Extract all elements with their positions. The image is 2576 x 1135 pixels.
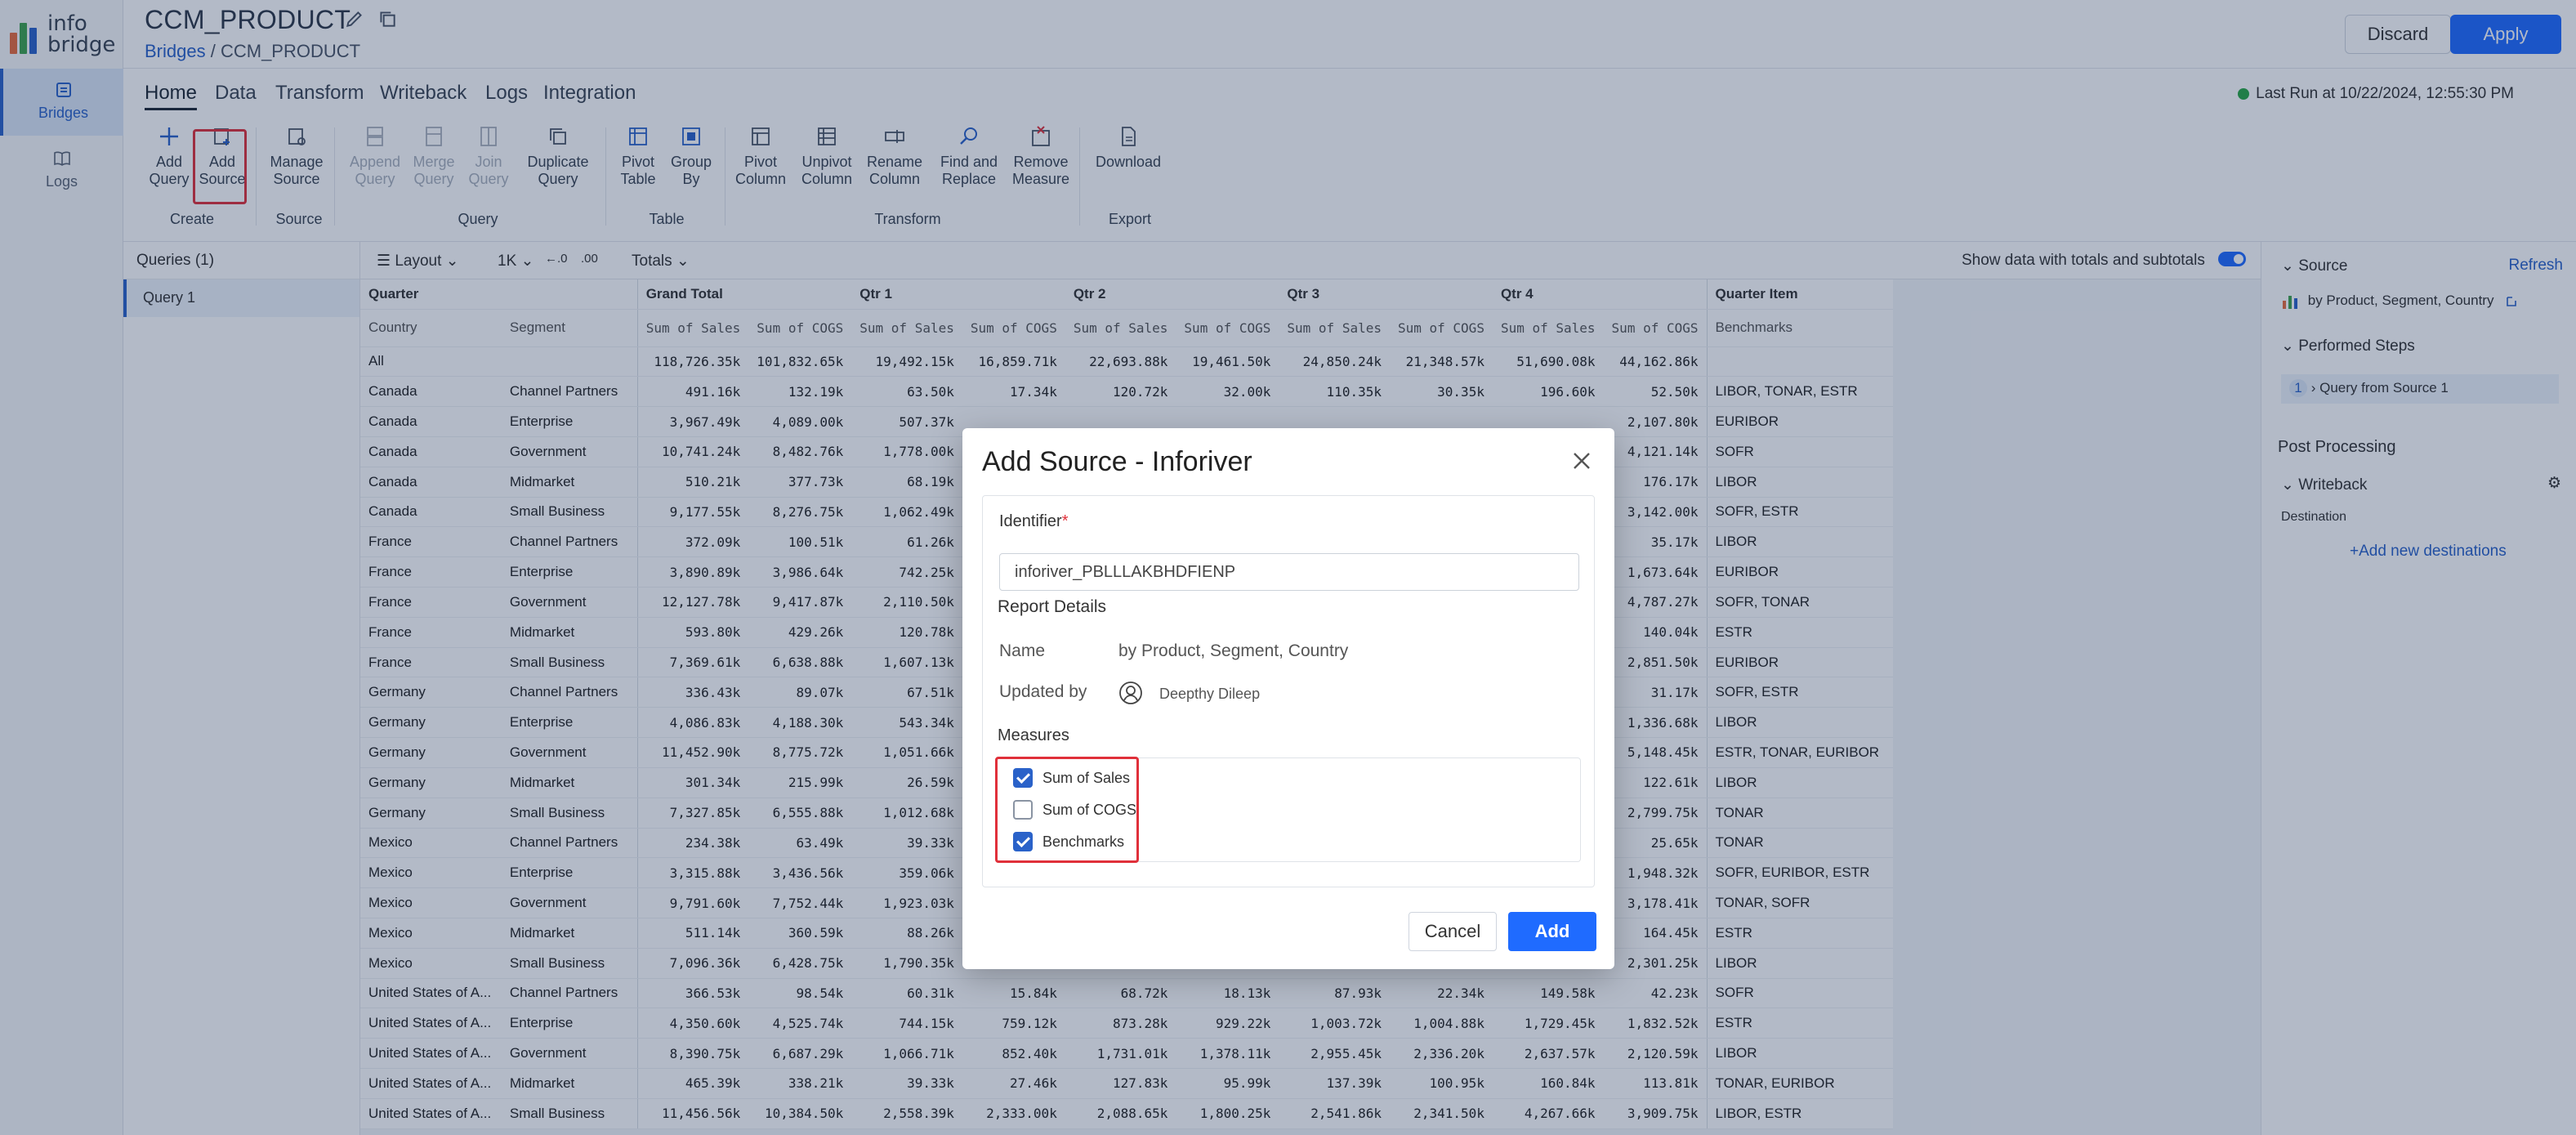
updated-by-label: Updated by — [999, 682, 1087, 701]
add-source-dialog: Add Source - Inforiver Identifier* infor… — [962, 428, 1614, 969]
dialog-body: Identifier* inforiver_PBLLLAKBHDFIENP Re… — [982, 495, 1595, 887]
name-label: Name — [999, 641, 1046, 660]
user-avatar-icon — [1119, 681, 1142, 704]
name-value: by Product, Segment, Country — [1118, 641, 1349, 660]
required-marker: * — [1061, 512, 1069, 530]
identifier-label: Identifier* — [999, 512, 1069, 530]
dialog-title: Add Source - Inforiver — [982, 446, 1252, 477]
cancel-button[interactable]: Cancel — [1409, 912, 1497, 951]
close-icon[interactable] — [1570, 449, 1593, 472]
add-button[interactable]: Add — [1508, 912, 1596, 951]
identifier-input[interactable]: inforiver_PBLLLAKBHDFIENP — [999, 553, 1579, 591]
measures-list: Sum of Sales Sum of COGS Benchmarks — [995, 757, 1581, 863]
report-details-heading: Report Details — [998, 597, 1107, 616]
measures-label: Measures — [998, 726, 1069, 744]
measures-highlight — [995, 757, 1139, 863]
updated-by-value: Deepthy Dileep — [1159, 686, 1261, 702]
